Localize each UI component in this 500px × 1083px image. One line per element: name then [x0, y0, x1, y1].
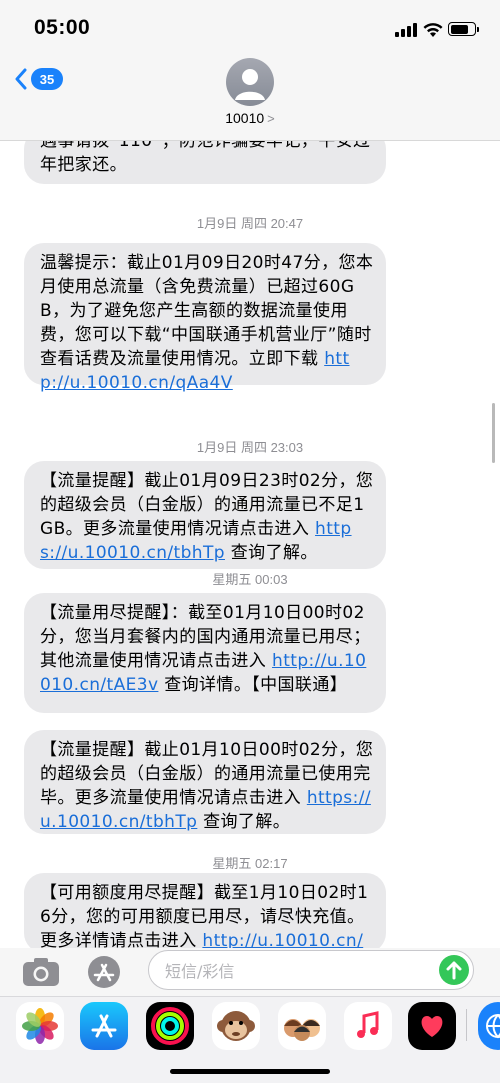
status-time: 05:00: [34, 16, 91, 39]
message-input[interactable]: [163, 957, 437, 985]
status-bar: 05:00: [0, 0, 500, 54]
message-text: 遇事请拨“110”；防范诈骗要牢记，平安过年把家还。: [40, 141, 371, 175]
globe-icon: [486, 1014, 500, 1039]
timestamp: 1月9日 周四 23:03: [196, 440, 304, 455]
arrow-up-icon: [446, 961, 462, 980]
photos-app[interactable]: [16, 1002, 64, 1050]
chevron-right-icon: >: [267, 111, 275, 126]
battery-icon: [448, 22, 479, 36]
compose-bar: [0, 948, 500, 996]
imessage-app-drawer: [0, 996, 500, 1083]
unread-count-badge: 35: [31, 68, 63, 90]
battery-level: [450, 24, 468, 34]
contact-avatar[interactable]: [226, 58, 274, 106]
home-indicator[interactable]: [170, 1069, 330, 1074]
contact-name-row[interactable]: 10010 >: [0, 110, 500, 126]
back-button[interactable]: 35: [14, 66, 63, 92]
message-bubble[interactable]: 遇事请拨“110”；防范诈骗要牢记，平安过年把家还。: [24, 141, 386, 184]
music-icon: [357, 1011, 379, 1038]
memoji-icon: [284, 1019, 320, 1041]
message-text: 查询详情。【中国联通】: [158, 675, 348, 695]
timestamp: 星期五 02:17: [212, 856, 288, 871]
message-text: 查询了解。: [224, 543, 318, 563]
message-link[interactable]: http://u.10010.cn/: [202, 931, 363, 948]
message-text: 查询了解。: [197, 812, 291, 832]
timestamp: 1月9日 周四 20:47: [196, 216, 304, 231]
send-button[interactable]: [439, 955, 469, 985]
wifi-icon: [423, 23, 443, 37]
message-bubble[interactable]: 【流量用尽提醒】：截至01月10日00时02分，您当月套餐内的国内通用流量已用尽…: [24, 593, 386, 713]
scroll-indicator[interactable]: [492, 403, 495, 463]
memoji-app[interactable]: [278, 1002, 326, 1050]
timestamp: 星期五 00:03: [212, 572, 288, 587]
contact-name: 10010: [225, 110, 265, 126]
heart-icon: [421, 1016, 443, 1037]
app-store-button-icon[interactable]: [84, 954, 124, 990]
music-app[interactable]: [344, 1002, 392, 1050]
app-store-app[interactable]: [80, 1002, 128, 1050]
digital-touch-app[interactable]: [408, 1002, 456, 1050]
chevron-left-icon: [15, 68, 27, 90]
activity-app[interactable]: [146, 1002, 194, 1050]
message-bubble[interactable]: 温馨提示：截止01月09日20时47分，您本月使用总流量（含免费流量）已超过60…: [24, 243, 386, 393]
photos-icon: [22, 1008, 58, 1044]
message-list[interactable]: 遇事请拨“110”；防范诈骗要牢记，平安过年把家还。 1月9日 周四 20:47 温…: [0, 141, 500, 948]
message-bubble[interactable]: 【流量提醒】截止01月09日23时02分，您的超级会员（白金版）的通用流量已不足…: [24, 461, 386, 569]
app-store-icon: [91, 1014, 117, 1038]
cellular-signal-icon: [395, 23, 419, 37]
message-input-field[interactable]: [148, 950, 474, 990]
message-bubble[interactable]: 【可用额度用尽提醒】截至1月10日02时16分，您的可用额度已用尽，请尽快充值。…: [24, 873, 386, 948]
activity-rings-icon: [151, 1007, 189, 1045]
camera-icon[interactable]: [22, 957, 60, 987]
monkey-icon: [217, 1011, 255, 1041]
app-strip-divider: [466, 1009, 467, 1041]
conversation-header: 35 10010 >: [0, 54, 500, 141]
person-icon: [235, 69, 265, 100]
animoji-app[interactable]: [212, 1002, 260, 1050]
message-bubble[interactable]: 【流量提醒】截止01月10日00时02分，您的超级会员（白金版）的通用流量已使用…: [24, 730, 386, 834]
more-apps-button[interactable]: [478, 1002, 500, 1050]
